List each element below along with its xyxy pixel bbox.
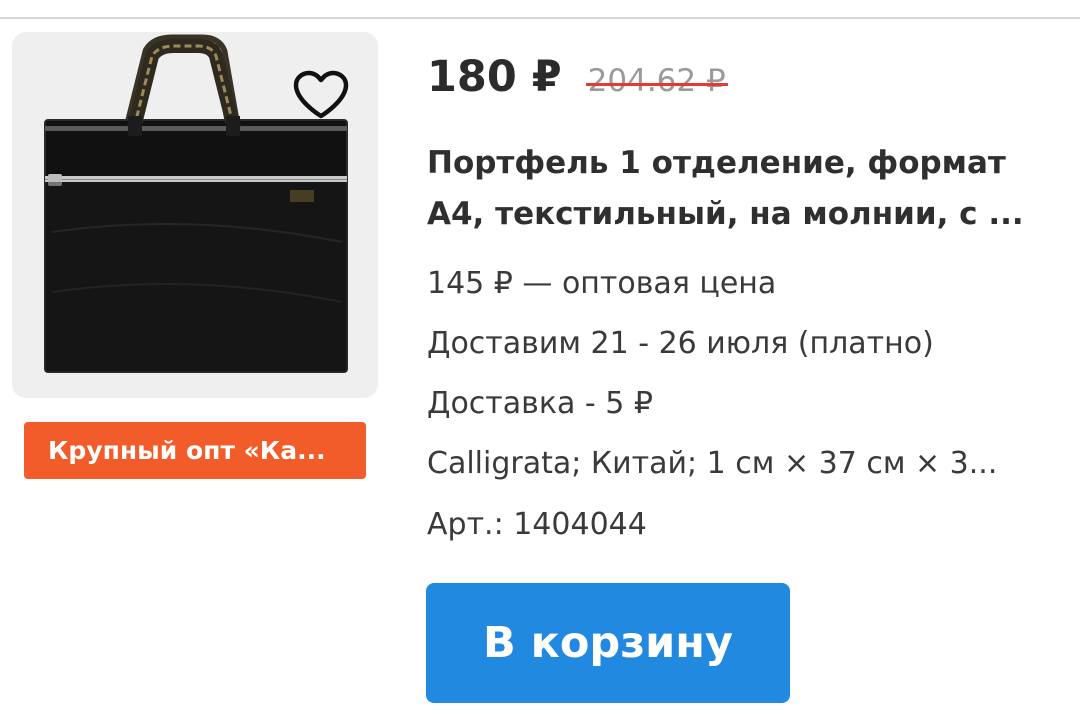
- add-to-cart-button[interactable]: В корзину: [426, 583, 790, 703]
- heart-outline-icon: [293, 70, 349, 119]
- product-specs: Calligrata; Китай; 1 см × 37 см × 3...: [427, 446, 998, 481]
- product-image-card[interactable]: [12, 32, 378, 398]
- old-price: 204.62 ₽: [585, 63, 728, 99]
- delivery-dates: Доставим 21 - 26 июля (платно): [427, 326, 934, 361]
- article-number: Арт.: 1404044: [427, 507, 647, 542]
- wholesale-price: 145 ₽ — оптовая цена: [427, 266, 777, 301]
- product-title[interactable]: Портфель 1 отделение, формат А4, текстил…: [427, 138, 1047, 240]
- delivery-cost: Доставка - 5 ₽: [427, 386, 653, 421]
- product-title-line-2: А4, текстильный, на молнии, с ...: [427, 196, 1024, 232]
- price-row: 180 ₽ 204.62 ₽: [427, 52, 728, 112]
- current-price: 180 ₽: [427, 52, 562, 102]
- favorite-button[interactable]: [288, 66, 354, 124]
- top-divider: [0, 17, 1080, 19]
- product-title-line-1: Портфель 1 отделение, формат: [427, 145, 1006, 181]
- promo-badge[interactable]: Крупный опт «Ка...: [24, 422, 366, 479]
